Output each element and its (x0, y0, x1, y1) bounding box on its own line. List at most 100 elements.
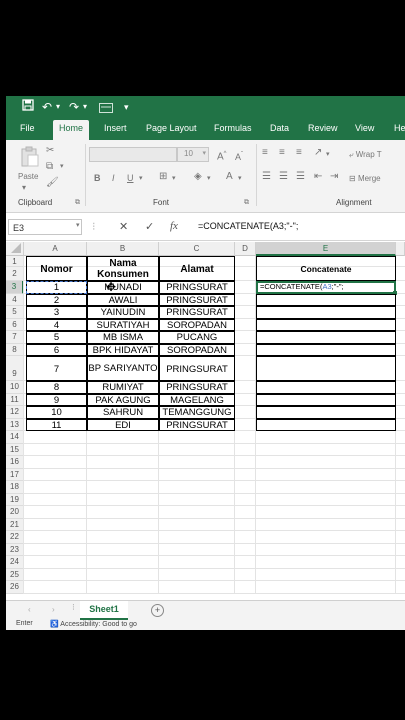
row-header-12[interactable]: 12 (6, 406, 24, 419)
tab-home[interactable]: Home (53, 120, 90, 140)
undo-icon[interactable]: ↶ (42, 99, 52, 115)
enter-icon[interactable]: ✓ (145, 220, 154, 233)
increase-indent-icon[interactable]: ⇥ (330, 171, 338, 183)
cell-alamat[interactable]: PRINGSURAT (159, 281, 235, 294)
column-header-overflow[interactable] (396, 242, 405, 256)
tab-data[interactable]: Data (270, 122, 289, 135)
align-left-icon[interactable]: ☰ (262, 171, 271, 183)
row-header-6[interactable]: 6 (6, 318, 24, 331)
tab-formulas[interactable]: Formulas (214, 122, 252, 135)
copy-icon[interactable]: ⧉ (46, 161, 53, 173)
row-header-26[interactable]: 26 (6, 581, 24, 594)
cell-nama-konsumen[interactable]: BPK HIDAYAT (87, 343, 159, 356)
font-name-box[interactable] (89, 147, 177, 162)
align-right-icon[interactable]: ☰ (296, 171, 305, 183)
row-header-16[interactable]: 16 (6, 456, 24, 469)
form-icon[interactable] (99, 101, 113, 117)
cell-nomor[interactable]: 4 (26, 318, 87, 331)
paste-dropdown-icon[interactable]: ▾ (22, 182, 26, 194)
cell-nomor[interactable]: 10 (26, 406, 87, 419)
cell-nama-konsumen[interactable]: SURATIYAH (87, 318, 159, 331)
row-header-15[interactable]: 15 (6, 443, 24, 456)
row-header-23[interactable]: 23 (6, 543, 24, 556)
cell-concatenate[interactable] (256, 381, 396, 394)
fill-color-icon[interactable]: ◈ (194, 171, 202, 183)
decrease-indent-icon[interactable]: ⇤ (314, 171, 322, 183)
row-header-17[interactable]: 17 (6, 468, 24, 481)
cell-nama-konsumen[interactable]: MB ISMA (87, 331, 159, 344)
insert-function-icon[interactable]: fx (170, 220, 178, 232)
cell-concatenate[interactable] (256, 406, 396, 419)
font-color-dropdown-icon[interactable]: ▾ (238, 173, 242, 185)
header-concatenate[interactable]: Concatenate (256, 256, 396, 281)
font-size-box[interactable]: 10 ▾ (177, 147, 209, 162)
redo-icon[interactable]: ↷ (69, 99, 79, 115)
name-box[interactable]: E3 (8, 219, 82, 235)
merge-button[interactable]: ⊟ Merge (349, 173, 381, 185)
tab-file[interactable]: File (20, 122, 35, 135)
cell-alamat[interactable]: SOROPADAN (159, 318, 235, 331)
row-header-24[interactable]: 24 (6, 556, 24, 569)
cell-alamat[interactable]: PRINGSURAT (159, 306, 235, 319)
customize-qat-icon[interactable]: ▾ (124, 99, 129, 115)
cell-alamat[interactable]: PRINGSURAT (159, 293, 235, 306)
add-sheet-button[interactable]: + (151, 604, 164, 617)
tab-view[interactable]: View (355, 122, 374, 135)
row-header-18[interactable]: 18 (6, 481, 24, 494)
align-center-icon[interactable]: ☰ (279, 171, 288, 183)
column-header-a[interactable]: A (24, 242, 87, 256)
undo-dropdown-icon[interactable]: ▾ (56, 99, 60, 115)
row-header-1[interactable]: 1 (6, 256, 24, 267)
row-header-25[interactable]: 25 (6, 568, 24, 581)
sheet-tabs-more-icon[interactable]: ⁝ (72, 602, 75, 613)
cancel-icon[interactable]: ✕ (119, 220, 128, 233)
row-header-7[interactable]: 7 (6, 331, 24, 344)
name-box-dropdown-icon[interactable]: ▾ (76, 221, 80, 229)
column-header-b[interactable]: B (87, 242, 159, 256)
bold-button[interactable]: B (94, 172, 101, 184)
fill-color-dropdown-icon[interactable]: ▾ (207, 173, 211, 185)
row-header-4[interactable]: 4 (6, 293, 24, 306)
redo-dropdown-icon[interactable]: ▾ (83, 99, 87, 115)
cut-icon[interactable]: ✂ (46, 145, 54, 157)
sheet-tab-sheet1[interactable]: Sheet1 (80, 601, 128, 620)
increase-font-icon[interactable]: A^ (217, 148, 227, 163)
underline-button[interactable]: U (127, 172, 134, 184)
row-header-2[interactable]: 2 (6, 267, 24, 281)
font-color-icon[interactable]: A (226, 171, 233, 183)
cell-concatenate[interactable] (256, 331, 396, 344)
cell-nama-konsumen[interactable]: AWALI (87, 293, 159, 306)
row-header-11[interactable]: 11 (6, 393, 24, 406)
cell-concatenate[interactable] (256, 306, 396, 319)
header-nomor[interactable]: Nomor (26, 256, 87, 281)
cell-nomor[interactable]: 2 (26, 293, 87, 306)
save-icon[interactable] (22, 99, 34, 115)
cell-concatenate[interactable] (256, 393, 396, 406)
cell-nomor[interactable]: 7 (26, 356, 87, 381)
prev-sheet-icon[interactable]: ‹ (28, 605, 31, 614)
align-middle-icon[interactable]: ≡ (279, 147, 285, 159)
active-cell-e3[interactable]: =CONCATENATE(A3;"-"; (256, 281, 397, 295)
row-header-9[interactable]: 9 (6, 356, 24, 381)
row-header-22[interactable]: 22 (6, 531, 24, 544)
row-header-13[interactable]: 13 (6, 418, 24, 431)
wrap-text-button[interactable]: ⤶ Wrap T (349, 149, 382, 161)
cell-concatenate[interactable] (256, 356, 396, 381)
cell-nomor[interactable]: 3 (26, 306, 87, 319)
orientation-icon[interactable]: ↗ (314, 147, 322, 159)
cell-alamat[interactable]: PRINGSURAT (159, 381, 235, 394)
column-header-e[interactable]: E (256, 242, 396, 256)
row-header-8[interactable]: 8 (6, 343, 24, 356)
font-launcher-icon[interactable]: ⧉ (244, 197, 249, 209)
accessibility-status[interactable]: ♿ Accessibility: Good to go (50, 620, 137, 628)
copy-dropdown-icon[interactable]: ▾ (60, 161, 64, 173)
format-painter-icon[interactable]: 🖌 (46, 177, 59, 189)
cell-alamat[interactable]: SOROPADAN (159, 343, 235, 356)
cell-nama-konsumen[interactable]: RUMIYAT (87, 381, 159, 394)
italic-button[interactable]: I (112, 172, 115, 184)
cell-concatenate[interactable] (256, 418, 396, 431)
row-header-21[interactable]: 21 (6, 518, 24, 531)
cell-nomor[interactable]: 11 (26, 418, 87, 431)
decrease-font-icon[interactable]: Aˇ (235, 149, 243, 163)
cell-nama-konsumen[interactable]: MUNADI (87, 281, 159, 294)
